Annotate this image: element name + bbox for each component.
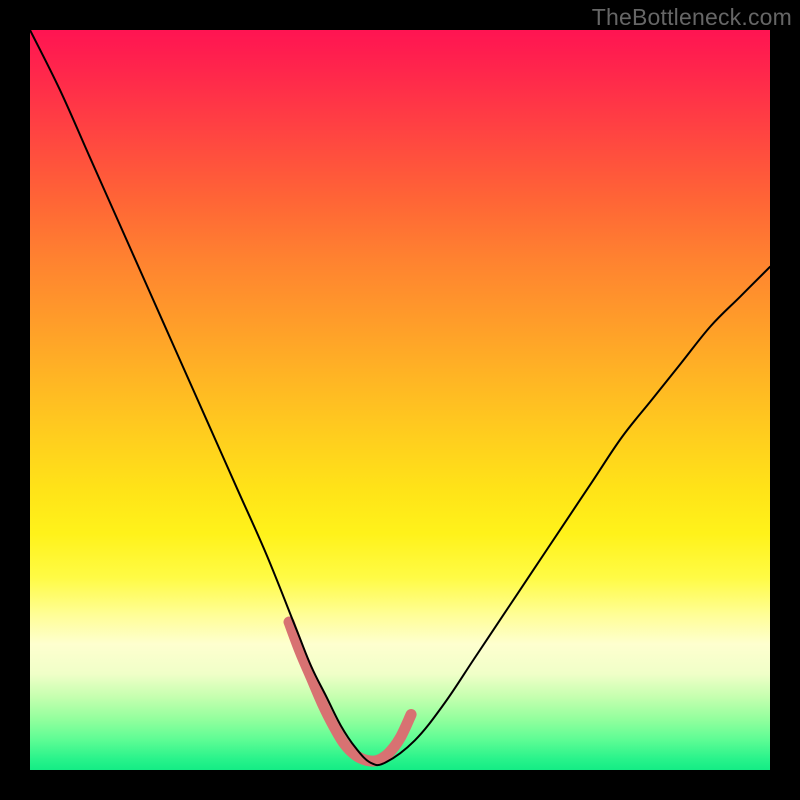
chart-frame: TheBottleneck.com bbox=[0, 0, 800, 800]
watermark-text: TheBottleneck.com bbox=[592, 4, 792, 31]
bottleneck-curve bbox=[30, 30, 770, 765]
plot-area bbox=[30, 30, 770, 770]
curves-svg bbox=[30, 30, 770, 770]
